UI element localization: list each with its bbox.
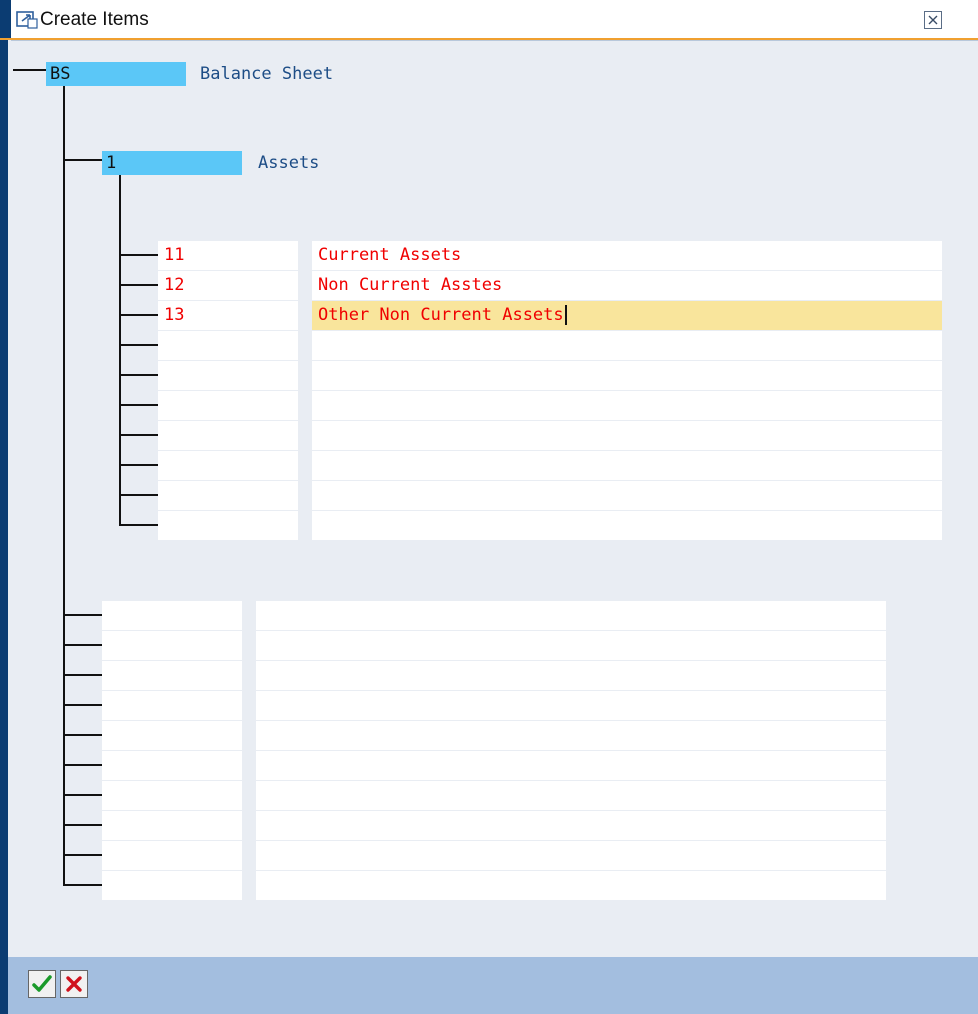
tree-connector	[119, 374, 158, 376]
tree-connector	[119, 175, 121, 525]
dialog-footer	[8, 957, 978, 1014]
text-cursor	[564, 305, 567, 325]
node-id-field-empty[interactable]	[102, 691, 242, 720]
node-description-field-empty[interactable]	[256, 781, 886, 810]
node-description-field-empty[interactable]	[256, 661, 886, 690]
close-x-glyph	[928, 15, 938, 25]
tree-connector	[63, 884, 102, 886]
hierarchy-tree: BS Balance Sheet 1 Assets 11 Current Ass…	[8, 41, 978, 957]
item-description-field-empty[interactable]	[312, 421, 942, 450]
tree-connector	[63, 644, 102, 646]
tree-connector	[63, 704, 102, 706]
item-description-field[interactable]: Non Current Asstes	[312, 271, 942, 300]
item-description-field[interactable]: Current Assets	[312, 241, 942, 270]
node-id-field-empty[interactable]	[102, 601, 242, 630]
tree-connector	[63, 734, 102, 736]
tree-connector	[63, 86, 65, 886]
create-items-icon	[16, 11, 38, 29]
tree-connector	[63, 159, 103, 161]
tree-connector	[13, 69, 47, 71]
node-id-field-empty[interactable]	[102, 721, 242, 750]
tree-connector	[119, 494, 158, 496]
tree-connector	[63, 794, 102, 796]
title-bar: Create Items	[0, 0, 978, 41]
tree-connector	[63, 614, 102, 616]
tree-connector	[119, 344, 158, 346]
item-description-field-empty[interactable]	[312, 391, 942, 420]
item-description-text: Other Non Current Assets	[318, 305, 564, 325]
item-id-field-empty[interactable]	[158, 361, 298, 390]
item-id-field-empty[interactable]	[158, 331, 298, 360]
tree-connector	[119, 524, 158, 526]
node-id-field-empty[interactable]	[102, 811, 242, 840]
tree-connector	[119, 254, 158, 256]
item-description-field-empty[interactable]	[312, 361, 942, 390]
tree-connector	[119, 404, 158, 406]
node-description-field-empty[interactable]	[256, 871, 886, 900]
node-id-field-empty[interactable]	[102, 841, 242, 870]
root-node-description: Balance Sheet	[200, 64, 334, 84]
level1-node-description: Assets	[258, 153, 320, 173]
item-id-field[interactable]: 12	[158, 271, 298, 300]
tree-connector	[63, 674, 102, 676]
item-description-field-empty[interactable]	[312, 511, 942, 540]
green-checkmark-icon	[32, 975, 52, 992]
tree-connector	[119, 314, 158, 316]
item-description-field-empty[interactable]	[312, 451, 942, 480]
node-description-field-empty[interactable]	[256, 841, 886, 870]
node-description-field-empty[interactable]	[256, 601, 886, 630]
item-description-field-empty[interactable]	[312, 481, 942, 510]
item-id-field[interactable]: 13	[158, 301, 298, 330]
node-id-field-empty[interactable]	[102, 661, 242, 690]
window-left-border	[0, 40, 8, 1014]
window-title: Create Items	[40, 9, 149, 30]
item-id-field-empty[interactable]	[158, 451, 298, 480]
item-id-field[interactable]: 11	[158, 241, 298, 270]
tree-connector	[119, 434, 158, 436]
item-description-field-empty[interactable]	[312, 331, 942, 360]
cancel-button[interactable]	[60, 970, 88, 998]
tree-connector	[63, 854, 102, 856]
root-node-id[interactable]: BS	[46, 62, 186, 86]
tree-connector	[63, 824, 102, 826]
node-description-field-empty[interactable]	[256, 721, 886, 750]
node-id-field-empty[interactable]	[102, 751, 242, 780]
tree-connector	[63, 764, 102, 766]
node-description-field-empty[interactable]	[256, 811, 886, 840]
node-description-field-empty[interactable]	[256, 751, 886, 780]
node-description-field-empty[interactable]	[256, 691, 886, 720]
create-items-dialog: Create Items BS Balance Sheet 1 Assets 1…	[0, 0, 978, 1014]
confirm-button[interactable]	[28, 970, 56, 998]
item-id-field-empty[interactable]	[158, 391, 298, 420]
tree-connector	[119, 464, 158, 466]
node-id-field-empty[interactable]	[102, 781, 242, 810]
node-id-field-empty[interactable]	[102, 631, 242, 660]
node-description-field-empty[interactable]	[256, 631, 886, 660]
item-id-field-empty[interactable]	[158, 421, 298, 450]
level1-node-id[interactable]: 1	[102, 151, 242, 175]
item-description-field-active[interactable]: Other Non Current Assets	[312, 301, 942, 330]
item-id-field-empty[interactable]	[158, 481, 298, 510]
node-id-field-empty[interactable]	[102, 871, 242, 900]
close-icon[interactable]	[924, 11, 942, 29]
item-id-field-empty[interactable]	[158, 511, 298, 540]
title-accent-bar	[0, 0, 11, 40]
tree-connector	[119, 284, 158, 286]
red-x-icon	[66, 976, 82, 992]
